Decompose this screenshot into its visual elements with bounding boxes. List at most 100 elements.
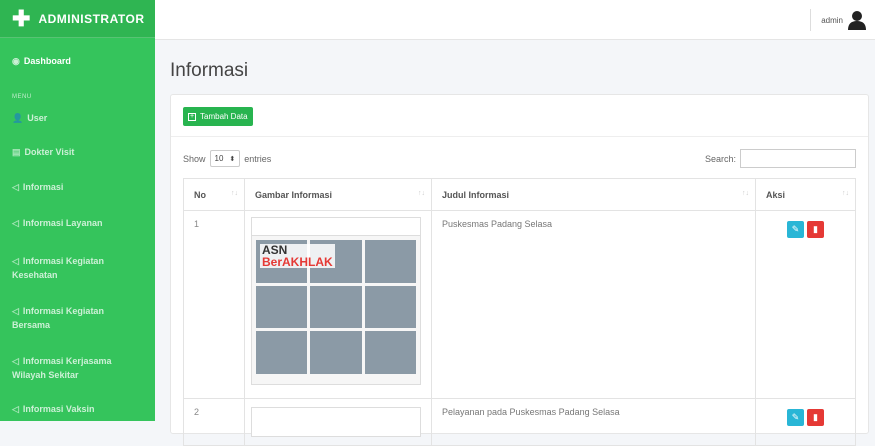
divider	[810, 9, 812, 31]
column-header-no[interactable]: No ↑↓	[183, 178, 245, 211]
sidebar-item-informasi-kerjasama[interactable]: ◁ Informasi Kerjasama Wilayah Sekitar	[0, 354, 155, 382]
sidebar-item-label: Informasi Vaksin	[22, 404, 95, 414]
sidebar-item-label: Informasi	[22, 182, 64, 192]
entries-value: 10	[214, 154, 224, 163]
delete-button[interactable]: ▮	[807, 221, 824, 238]
data-table: No ↑↓ Gambar Informasi ↑↓ Judul Informasi ↑…	[183, 178, 856, 446]
action-buttons: ✎ ▮	[766, 221, 845, 238]
sidebar: ✚ ADMINISTRATOR ◉ Dashboard MENU 👤 User …	[0, 0, 155, 421]
sidebar-item-informasi[interactable]: ◁ Informasi	[0, 182, 155, 193]
dashboard-icon: ◉	[12, 56, 20, 66]
add-data-button[interactable]: + Tambah Data	[183, 107, 253, 126]
sidebar-item-label: User	[27, 113, 48, 123]
trash-icon: ▮	[813, 224, 818, 234]
megaphone-icon: ◁	[12, 218, 19, 228]
photo	[256, 331, 308, 374]
info-image[interactable]	[251, 407, 421, 437]
content-card: + Tambah Data Show 10 ⬍ entries Search: …	[170, 94, 869, 446]
sidebar-item-dashboard[interactable]: ◉ Dashboard	[0, 56, 155, 67]
sidebar-item-text: Informasi Kerjasama Wilayah Sekitar	[12, 356, 112, 380]
column-header-label: Gambar Informasi	[255, 189, 333, 200]
menu-label: MENU	[12, 94, 32, 100]
trash-icon: ▮	[813, 412, 818, 422]
table-header-row: No ↑↓ Gambar Informasi ↑↓ Judul Informasi ↑…	[183, 178, 856, 211]
search-control: Search:	[705, 149, 856, 168]
image-header-strip	[252, 218, 420, 236]
photo	[364, 285, 416, 329]
column-header-label: Judul Informasi	[442, 189, 510, 200]
megaphone-icon: ◁	[12, 404, 19, 414]
column-header-aksi[interactable]: Aksi ↑↓	[755, 178, 856, 211]
sidebar-item-informasi-kegiatan-bersama[interactable]: ◁ Informasi Kegiatan Bersama	[0, 304, 155, 332]
sidebar-item-text: Informasi Kegiatan Bersama	[12, 306, 104, 330]
photo	[310, 331, 362, 374]
topbar: admin	[155, 0, 875, 40]
edit-icon: ✎	[791, 412, 800, 422]
photo	[256, 285, 308, 329]
column-header-label: Aksi	[766, 189, 786, 200]
entries-label: entries	[244, 153, 272, 164]
image-text-berakhlak: BerAKHLAK	[262, 255, 333, 269]
sidebar-item-label: Informasi Layanan	[22, 218, 103, 228]
user-icon: 👤	[12, 113, 24, 123]
add-data-label: Tambah Data	[200, 112, 248, 121]
show-label: Show	[183, 153, 206, 164]
column-header-label: No	[194, 189, 206, 200]
sidebar-item-informasi-kegiatan-kesehatan[interactable]: ◁ Informasi Kegiatan Kesehatan	[0, 254, 155, 282]
user-avatar-icon	[848, 11, 866, 30]
delete-button[interactable]: ▮	[807, 409, 824, 426]
sidebar-item-dokter-visit[interactable]: ▤ Dokter Visit	[0, 147, 155, 158]
search-input[interactable]	[740, 149, 856, 168]
sidebar-item-label: Dashboard	[23, 56, 71, 66]
sidebar-item-informasi-layanan[interactable]: ◁ Informasi Layanan	[0, 218, 155, 229]
table-row: 1 ASN BerAKHLAK Puskesmas Padang Selasa …	[183, 210, 856, 399]
megaphone-icon: ◁	[12, 356, 19, 366]
cell-no: 2	[183, 398, 245, 446]
edit-icon: ✎	[791, 224, 800, 234]
plus-square-icon: +	[188, 112, 196, 121]
plus-icon: ✚	[12, 5, 31, 31]
sidebar-item-label: ◁ Informasi Kerjasama Wilayah Sekitar	[12, 354, 143, 382]
cell-actions: ✎ ▮	[755, 210, 856, 399]
sort-icon: ↑↓	[418, 190, 425, 197]
entries-control: Show 10 ⬍ entries	[183, 150, 271, 167]
sidebar-item-label: ◁ Informasi Kegiatan Kesehatan	[12, 254, 143, 282]
sidebar-item-text: Informasi Kegiatan Kesehatan	[12, 256, 104, 280]
column-header-gambar[interactable]: Gambar Informasi ↑↓	[244, 178, 432, 211]
card-header: + Tambah Data	[171, 95, 868, 137]
image-caption: ASN BerAKHLAK	[260, 244, 335, 268]
sidebar-item-informasi-vaksin[interactable]: ◁ Informasi Vaksin	[0, 404, 155, 415]
cell-no: 1	[183, 210, 245, 399]
cell-image	[244, 398, 432, 446]
brand-title: ADMINISTRATOR	[38, 11, 145, 26]
edit-button[interactable]: ✎	[787, 221, 804, 238]
sidebar-item-label: Dokter Visit	[24, 147, 75, 157]
sort-icon: ↑↓	[742, 190, 749, 197]
megaphone-icon: ◁	[12, 256, 19, 266]
photo	[364, 240, 416, 283]
brand[interactable]: ✚ ADMINISTRATOR	[0, 0, 155, 38]
sidebar-item-user[interactable]: 👤 User	[0, 113, 155, 124]
document-icon: ▤	[12, 147, 21, 157]
sort-icon: ↑↓	[842, 190, 849, 197]
sidebar-item-label: ◁ Informasi Kegiatan Bersama	[12, 304, 143, 332]
megaphone-icon: ◁	[12, 306, 19, 316]
sort-icon: ↑↓	[231, 190, 238, 197]
username: admin	[821, 15, 843, 25]
column-header-judul[interactable]: Judul Informasi ↑↓	[431, 178, 756, 211]
entries-select[interactable]: 10 ⬍	[209, 150, 241, 167]
info-image[interactable]: ASN BerAKHLAK	[251, 217, 421, 385]
photo	[364, 331, 416, 374]
photo	[310, 285, 362, 329]
edit-button[interactable]: ✎	[787, 409, 804, 426]
page-title: Informasi	[170, 60, 249, 81]
cell-judul: Puskesmas Padang Selasa	[431, 210, 756, 399]
table-row: 2 Pelayanan pada Puskesmas Padang Selasa…	[183, 398, 856, 446]
cell-image: ASN BerAKHLAK	[244, 210, 432, 399]
search-label: Search:	[704, 153, 736, 164]
megaphone-icon: ◁	[12, 182, 19, 192]
user-menu[interactable]: admin	[810, 9, 867, 31]
action-buttons: ✎ ▮	[766, 409, 845, 426]
cell-judul: Pelayanan pada Puskesmas Padang Selasa	[431, 398, 756, 446]
cell-actions: ✎ ▮	[755, 398, 856, 446]
